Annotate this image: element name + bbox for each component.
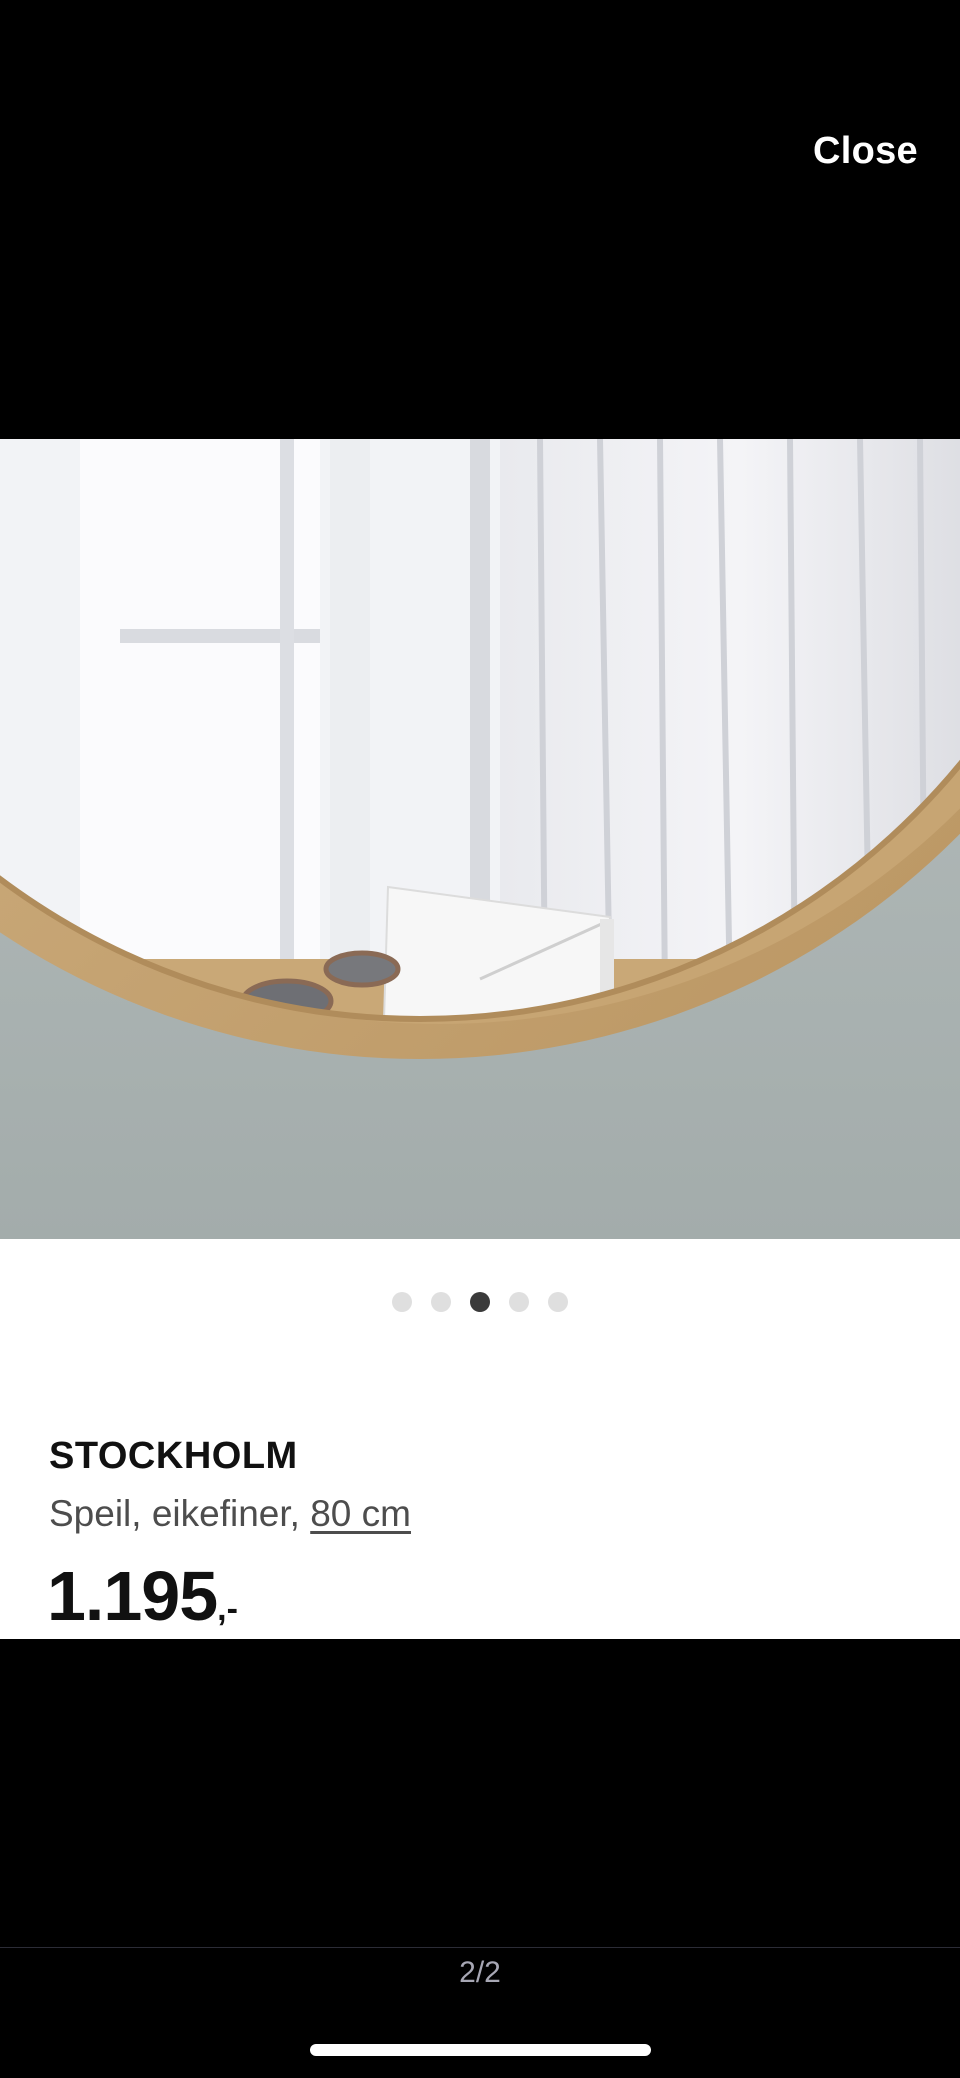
product-size-link[interactable]: 80 cm — [310, 1493, 411, 1534]
home-indicator[interactable] — [310, 2044, 651, 2056]
product-description-text: Speil, eikefiner, — [49, 1493, 311, 1534]
gallery-dot-2[interactable] — [431, 1292, 451, 1312]
image-viewer-screen: Close STOCKHOLM Speil, eikefiner, 80 cm … — [0, 0, 960, 2078]
price-value: 1.195 — [47, 1557, 218, 1635]
divider — [0, 1947, 960, 1948]
page-indicator: 2/2 — [459, 1956, 501, 1989]
product-info-card: STOCKHOLM Speil, eikefiner, 80 cm 1.195,… — [0, 1239, 960, 1639]
product-description: Speil, eikefiner, 80 cm — [49, 1493, 411, 1535]
product-image[interactable] — [0, 439, 960, 1239]
gallery-dot-4[interactable] — [509, 1292, 529, 1312]
gallery-dot-3-active[interactable] — [470, 1292, 490, 1312]
mirror-photo — [0, 439, 960, 1239]
product-price: 1.195,- — [47, 1561, 238, 1631]
gallery-pagination-dots — [0, 1292, 960, 1312]
product-name: STOCKHOLM — [49, 1435, 298, 1477]
gallery-dot-5[interactable] — [548, 1292, 568, 1312]
close-button[interactable]: Close — [813, 130, 918, 173]
price-suffix: ,- — [217, 1590, 238, 1628]
gallery-dot-1[interactable] — [392, 1292, 412, 1312]
